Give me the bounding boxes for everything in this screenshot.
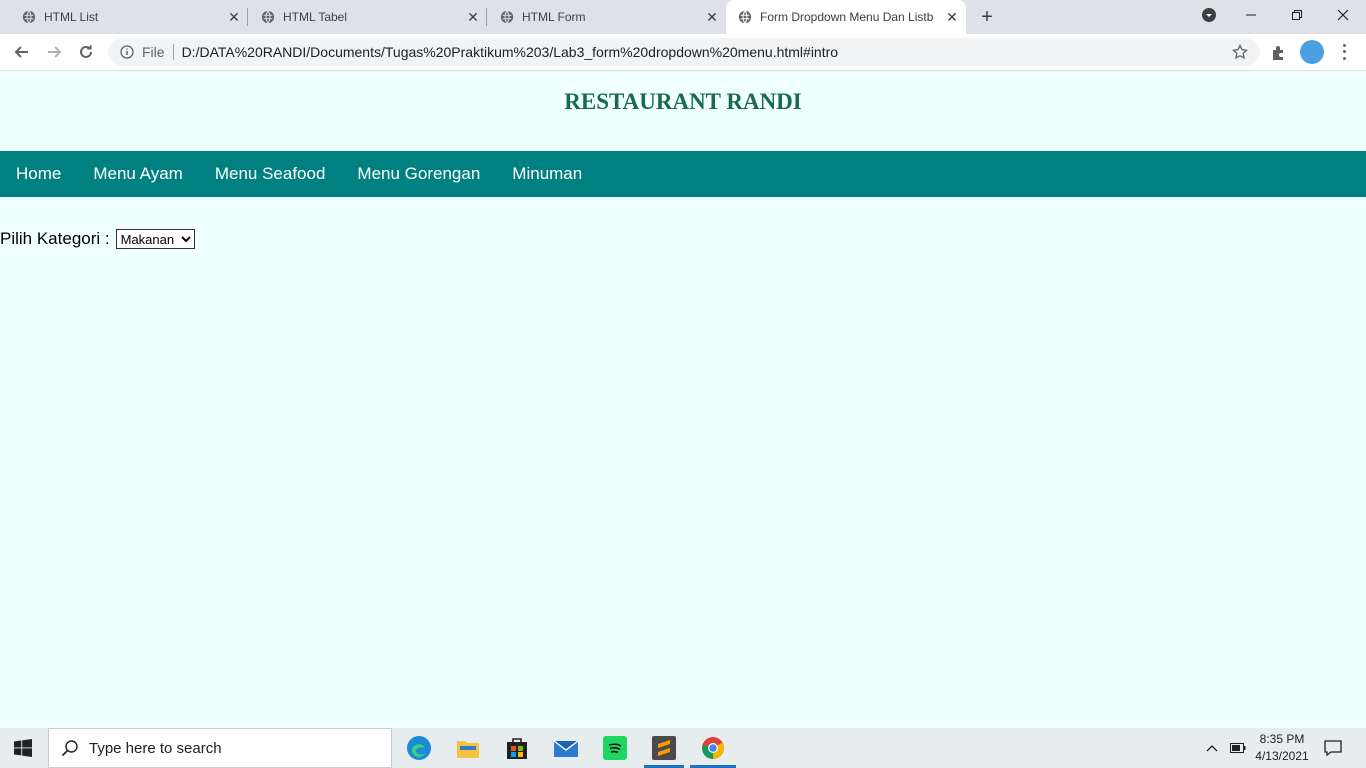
category-form: Pilih Kategori : Makanan bbox=[0, 229, 195, 249]
nav-menu-gorengan[interactable]: Menu Gorengan bbox=[341, 151, 496, 197]
tab-html-form[interactable]: HTML Form ✕ bbox=[478, 0, 726, 34]
minimize-button[interactable] bbox=[1228, 0, 1274, 30]
category-select[interactable]: Makanan bbox=[115, 229, 195, 249]
tab-strip: HTML List ✕ HTML Tabel ✕ HTML Form ✕ For… bbox=[0, 0, 1366, 34]
scheme-label: File bbox=[142, 44, 165, 60]
close-icon bbox=[1337, 9, 1349, 21]
restore-button[interactable] bbox=[1274, 0, 1320, 30]
category-label: Pilih Kategori : bbox=[0, 229, 110, 248]
mail-icon bbox=[553, 740, 579, 757]
clock-date: 4/13/2021 bbox=[1255, 749, 1309, 763]
arrow-right-icon bbox=[48, 46, 62, 58]
chrome-icon bbox=[702, 737, 724, 759]
site-title: RESTAURANT RANDI bbox=[564, 89, 802, 114]
nav-menu-seafood[interactable]: Menu Seafood bbox=[199, 151, 342, 197]
action-center-icon bbox=[1324, 740, 1342, 756]
forward-button[interactable] bbox=[42, 40, 66, 64]
file-explorer-icon[interactable] bbox=[454, 734, 482, 762]
close-window-button[interactable] bbox=[1320, 0, 1366, 30]
profile-avatar[interactable] bbox=[1300, 40, 1324, 64]
edge-app-icon[interactable] bbox=[405, 734, 433, 762]
tray-expand-icon[interactable] bbox=[1204, 738, 1220, 758]
omnibox-divider bbox=[172, 44, 174, 60]
sublime-text-app-icon[interactable] bbox=[650, 734, 678, 762]
tab-title: HTML Tabel bbox=[283, 10, 348, 24]
battery-glyph-icon bbox=[1230, 743, 1246, 753]
browser-toolbar: File D:/DATA%20RANDI/Documents/Tugas%20P… bbox=[0, 34, 1366, 71]
tab-title: HTML List bbox=[44, 10, 99, 24]
tab-search-button[interactable] bbox=[1186, 0, 1232, 30]
restore-icon bbox=[1292, 10, 1302, 20]
sublime-icon bbox=[652, 736, 676, 760]
info-icon[interactable] bbox=[120, 45, 134, 59]
address-bar[interactable]: File D:/DATA%20RANDI/Documents/Tugas%20P… bbox=[108, 38, 1260, 66]
folder-icon bbox=[457, 741, 479, 758]
taskbar-clock[interactable]: 8:35 PM 4/13/2021 bbox=[1246, 731, 1318, 765]
close-tab-icon[interactable]: ✕ bbox=[942, 7, 962, 27]
store-bag-icon bbox=[507, 738, 527, 759]
globe-icon bbox=[738, 10, 752, 24]
windows-taskbar: Type here to search 8:35 PM 4/13/2021 bbox=[0, 728, 1366, 768]
tab-title: Form Dropdown Menu Dan Listb bbox=[760, 10, 934, 24]
nav-menu-ayam[interactable]: Menu Ayam bbox=[77, 151, 198, 197]
search-placeholder: Type here to search bbox=[89, 739, 222, 757]
close-tab-icon[interactable]: ✕ bbox=[702, 7, 722, 27]
search-icon bbox=[61, 740, 78, 757]
spotify-icon bbox=[603, 736, 627, 760]
taskbar-search[interactable]: Type here to search bbox=[48, 728, 392, 768]
extensions-puzzle-icon[interactable] bbox=[1270, 44, 1288, 62]
chevron-up-icon bbox=[1206, 745, 1218, 752]
bookmark-star-icon[interactable] bbox=[1232, 44, 1248, 60]
tab-form-dropdown[interactable]: Form Dropdown Menu Dan Listb ✕ bbox=[726, 0, 966, 34]
reload-button[interactable] bbox=[74, 40, 98, 64]
tab-html-list[interactable]: HTML List ✕ bbox=[0, 0, 248, 34]
arrow-left-icon bbox=[14, 46, 28, 58]
reload-icon bbox=[80, 45, 92, 58]
back-button[interactable] bbox=[10, 40, 34, 64]
minimize-icon bbox=[1246, 14, 1256, 16]
edge-icon bbox=[407, 736, 431, 760]
tab-html-tabel[interactable]: HTML Tabel ✕ bbox=[239, 0, 487, 34]
globe-icon bbox=[261, 10, 275, 24]
battery-icon[interactable] bbox=[1228, 738, 1248, 758]
nav-home[interactable]: Home bbox=[0, 151, 77, 197]
spotify-app-icon[interactable] bbox=[601, 734, 629, 762]
chrome-app-icon[interactable] bbox=[699, 734, 727, 762]
nav-minuman[interactable]: Minuman bbox=[496, 151, 598, 197]
notification-center-icon[interactable] bbox=[1322, 738, 1344, 758]
windows-start-icon[interactable] bbox=[14, 739, 32, 757]
store-app-icon[interactable] bbox=[503, 734, 531, 762]
chevron-down-circle-icon bbox=[1202, 8, 1216, 22]
new-tab-button[interactable]: + bbox=[976, 6, 998, 28]
clock-time: 8:35 PM bbox=[1259, 732, 1305, 746]
globe-icon bbox=[500, 10, 514, 24]
tab-title: HTML Form bbox=[522, 10, 586, 24]
url-text[interactable]: D:/DATA%20RANDI/Documents/Tugas%20Prakti… bbox=[182, 44, 1260, 60]
mail-app-icon[interactable] bbox=[552, 734, 580, 762]
page-content: RESTAURANT RANDI Home Menu Ayam Menu Sea… bbox=[0, 71, 1366, 728]
main-nav: Home Menu Ayam Menu Seafood Menu Gorenga… bbox=[0, 151, 1366, 197]
globe-icon bbox=[22, 10, 36, 24]
browser-menu-icon[interactable] bbox=[1336, 42, 1352, 62]
